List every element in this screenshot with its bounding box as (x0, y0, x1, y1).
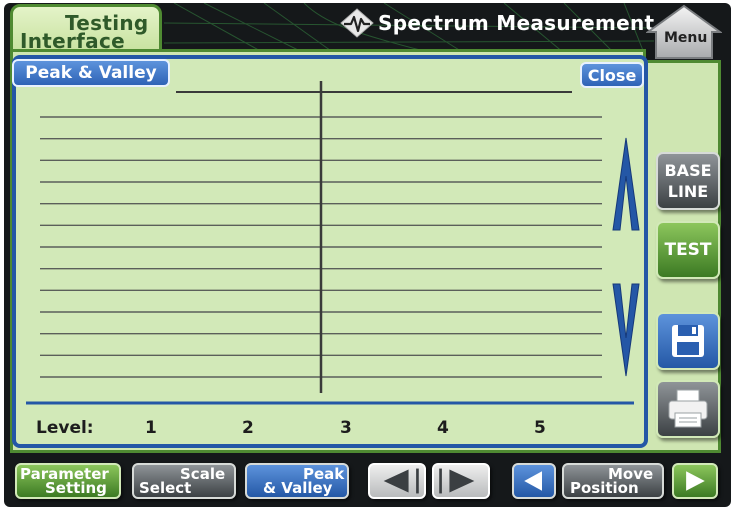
triangle-right-icon (439, 468, 475, 494)
menu-button[interactable]: Menu (644, 4, 724, 60)
level-tick-1: 1 (145, 418, 157, 438)
move-right-button[interactable] (672, 463, 718, 499)
level-tick-3: 3 (340, 418, 352, 438)
header-title-text: Spectrum Measurement (378, 11, 655, 35)
parameter-setting-button[interactable]: Parameter Setting (15, 463, 121, 499)
waveform-icon (340, 8, 374, 38)
floppy-disk-icon (672, 325, 704, 357)
triangle-left-icon (524, 471, 542, 491)
print-button[interactable] (656, 380, 720, 438)
level-plot (26, 81, 634, 405)
scale-label-line2: Select (139, 479, 192, 497)
move-position-button[interactable]: Move Position (562, 463, 664, 499)
peak-valley-button[interactable]: Peak & Valley (245, 463, 349, 499)
baseline-label-line2: LINE (667, 182, 709, 201)
level-tick-2: 2 (242, 418, 254, 438)
scroll-up-arrow-icon[interactable] (610, 136, 642, 232)
next-button[interactable] (432, 463, 490, 499)
header-title: Spectrum Measurement (340, 8, 654, 38)
triangle-left-icon (383, 468, 419, 494)
baseline-button[interactable]: BASE LINE (656, 152, 720, 210)
previous-button[interactable] (368, 463, 426, 499)
test-button[interactable]: TEST (656, 221, 720, 279)
save-button[interactable] (656, 312, 720, 370)
move-label-line2: Position (570, 479, 639, 497)
level-tick-4: 4 (437, 418, 449, 438)
move-left-button[interactable] (512, 463, 556, 499)
level-tick-5: 5 (534, 418, 546, 438)
scale-select-button[interactable]: Scale Select (132, 463, 236, 499)
parameter-label-line2: Setting (45, 479, 107, 497)
triangle-right-icon (686, 471, 705, 491)
baseline-label-line1: BASE (664, 161, 712, 180)
printer-icon (668, 389, 708, 428)
menu-label: Menu (664, 30, 708, 46)
app-title-tab: Testing Interface (10, 4, 162, 54)
scroll-down-arrow-icon[interactable] (610, 282, 642, 378)
pv-label-line2: & Valley (263, 479, 333, 497)
level-label: Level: (36, 418, 94, 438)
